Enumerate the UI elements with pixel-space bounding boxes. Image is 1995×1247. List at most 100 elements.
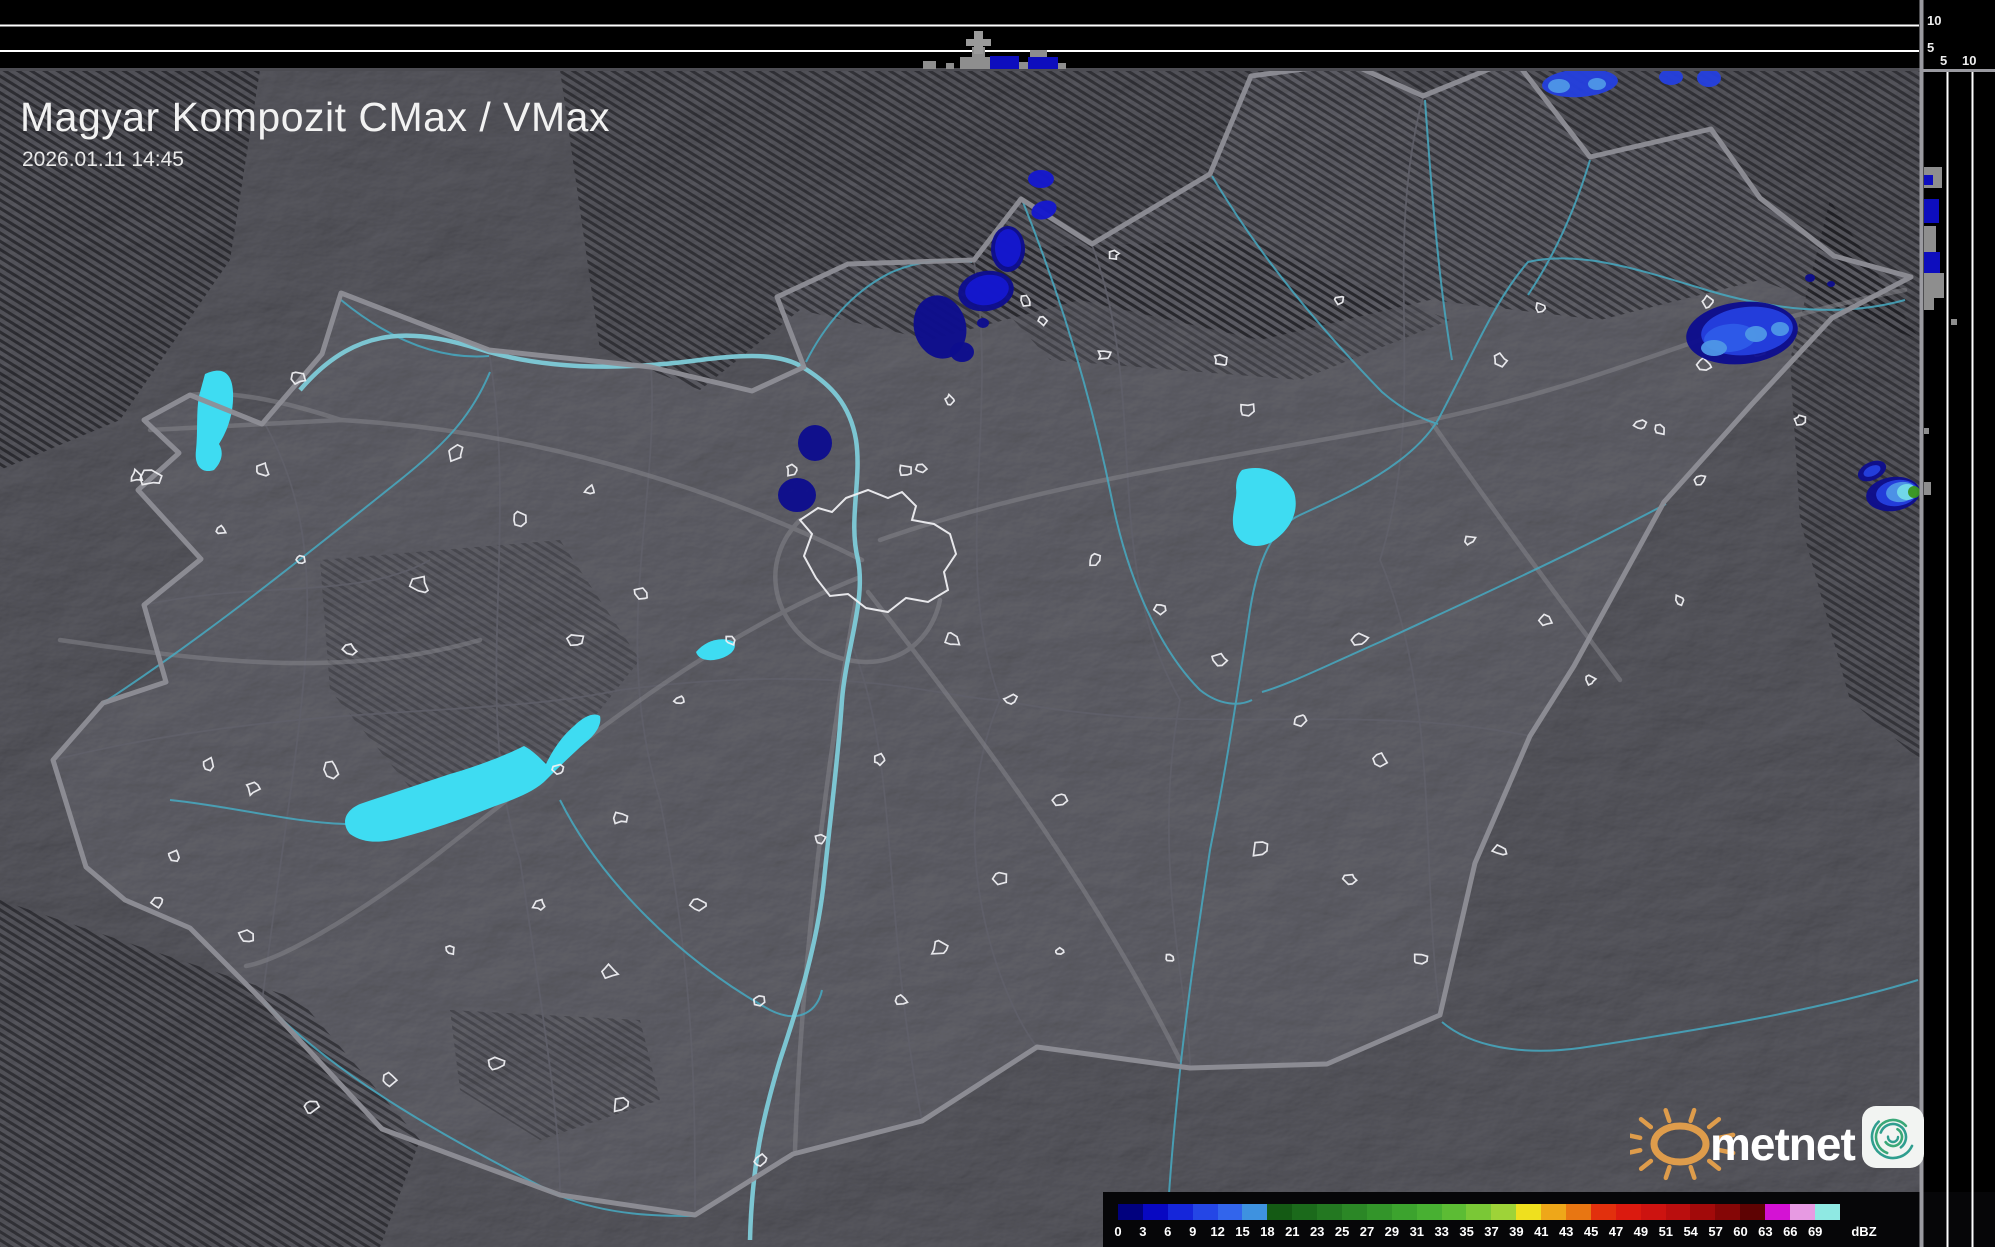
sun-ray — [1624, 1148, 1643, 1156]
colorbar-cell-45 — [1590, 1204, 1616, 1220]
colorbar-tick-37: 37 — [1484, 1224, 1499, 1239]
timestamp: 2026.01.11 14:45 — [22, 148, 184, 171]
panel-divider — [1919, 0, 1924, 1247]
right-gridline-5 — [1946, 72, 1949, 1247]
colorbar-cell-49 — [1640, 1204, 1666, 1220]
colorbar-tick-23: 23 — [1309, 1224, 1325, 1239]
colorbar-cell-27 — [1366, 1204, 1392, 1220]
radar-echo — [1697, 70, 1721, 87]
colorbar-unit: dBZ — [1851, 1224, 1877, 1239]
sun-ray — [1688, 1164, 1697, 1181]
colorbar-cell-21 — [1292, 1204, 1318, 1220]
colorbar-cell-39 — [1516, 1204, 1542, 1220]
top-axis-label-5: 5 — [1927, 40, 1935, 55]
sun-ray — [1688, 1107, 1697, 1124]
colorbar-cell-60 — [1740, 1204, 1766, 1220]
top-profile-bar — [946, 63, 954, 69]
radar-echo — [1701, 340, 1727, 356]
cyclone-app-icon — [1862, 1106, 1924, 1168]
colorbar-cell-54 — [1690, 1204, 1716, 1220]
right-profile-bar — [1924, 482, 1931, 495]
colorbar-tick-15: 15 — [1235, 1224, 1250, 1239]
colorbar-tick-9: 9 — [1189, 1224, 1197, 1239]
colorbar-tick-35: 35 — [1459, 1224, 1474, 1239]
colorbar-cell-6 — [1167, 1204, 1193, 1220]
right-gridline-10 — [1971, 72, 1974, 1247]
colorbar-tick-54: 54 — [1683, 1224, 1698, 1239]
sun-ray — [1663, 1164, 1672, 1181]
radar-echo — [1827, 281, 1835, 287]
colorbar-tick-25: 25 — [1334, 1224, 1350, 1239]
top-profile-bar — [960, 57, 972, 69]
radar-echo — [1588, 78, 1606, 90]
radar-echo — [1745, 326, 1767, 342]
colorbar-tick-49: 49 — [1633, 1224, 1649, 1239]
colorbar-tick-29: 29 — [1384, 1224, 1400, 1239]
colorbar-cell-69 — [1814, 1204, 1840, 1220]
top-profile-bar — [1028, 57, 1058, 69]
colorbar-cell-47 — [1615, 1204, 1641, 1220]
colorbar-cell-33 — [1441, 1204, 1467, 1220]
right-profile-bar — [1924, 226, 1936, 253]
colorbar-tick-63: 63 — [1758, 1224, 1773, 1239]
colorbar-cell-41 — [1541, 1204, 1567, 1220]
colorbar-cell-35 — [1466, 1204, 1492, 1220]
corner-divider — [1919, 69, 1995, 72]
radar-echo — [1805, 274, 1815, 282]
colorbar-tick-41: 41 — [1534, 1224, 1549, 1239]
colorbar-tick-47: 47 — [1608, 1224, 1624, 1239]
colorbar-tick-21: 21 — [1285, 1224, 1300, 1239]
right-profile-bar — [1924, 175, 1933, 185]
colorbar-tick-39: 39 — [1509, 1224, 1524, 1239]
colorbar-cell-66 — [1790, 1204, 1815, 1220]
right-axis-label-5: 5 — [1940, 53, 1948, 68]
colorbar-tick-6: 6 — [1164, 1224, 1172, 1239]
top-gridline-5 — [0, 50, 1919, 52]
colorbar-cell-51 — [1665, 1204, 1691, 1220]
right-axis-label-10: 10 — [1962, 53, 1977, 68]
radar-echo — [778, 478, 816, 512]
colorbar-cell-57 — [1715, 1204, 1741, 1220]
top-profile-bar — [1019, 62, 1028, 69]
right-profile-bar — [1951, 319, 1957, 325]
radar-echo — [1908, 486, 1920, 498]
metnet-logo-graphic: metnet — [1624, 1106, 1924, 1181]
colorbar-tick-27: 27 — [1359, 1224, 1375, 1239]
colorbar-tick-57: 57 — [1708, 1224, 1723, 1239]
sun-ray — [1638, 1158, 1654, 1172]
top-gridline-10 — [0, 24, 1919, 27]
radar-echo — [950, 342, 974, 362]
colorbar-tick-18: 18 — [1260, 1224, 1275, 1239]
radar-echo — [798, 425, 832, 461]
radar-echo — [995, 229, 1021, 267]
right-profile-bar — [1924, 252, 1940, 273]
map-area — [0, 70, 1921, 1247]
radar-composite-viewer: Magyar Kompozit CMax / VMax 2026.01.11 1… — [0, 0, 1995, 1247]
colorbar-tick-31: 31 — [1409, 1224, 1425, 1239]
top-axis-label-10: 10 — [1927, 13, 1942, 28]
sun-ray — [1638, 1117, 1654, 1130]
colorbar-cell-37 — [1491, 1204, 1517, 1220]
colorbar-cell-63 — [1765, 1204, 1791, 1220]
radar-map-canvas — [0, 0, 1995, 1247]
colorbar-tick-33: 33 — [1434, 1224, 1449, 1239]
colorbar-cell-23 — [1317, 1204, 1343, 1220]
colorbar-tick-69: 69 — [1807, 1224, 1823, 1239]
colorbar-tick-43: 43 — [1558, 1224, 1574, 1239]
colorbar-tick-45: 45 — [1583, 1224, 1599, 1239]
metnet-wordmark: metnet — [1710, 1118, 1855, 1170]
colorbar-cells — [1118, 1204, 1840, 1220]
colorbar-cell-43 — [1566, 1204, 1591, 1220]
colorbar-cell-15 — [1242, 1204, 1268, 1220]
colorbar-cell-9 — [1192, 1204, 1218, 1220]
top-profile-bar — [990, 56, 1019, 69]
top-profile-bar — [1058, 63, 1066, 69]
radar-echo — [1771, 322, 1789, 336]
right-profile-bar — [1924, 199, 1939, 223]
colorbar-cell-12 — [1217, 1204, 1243, 1220]
colorbar-cell-18 — [1267, 1204, 1293, 1220]
top-profile-strip — [0, 0, 1921, 71]
colorbar-cell-31 — [1416, 1204, 1442, 1220]
colorbar-tick-0: 0 — [1114, 1224, 1122, 1239]
top-profile-bar — [923, 61, 936, 69]
